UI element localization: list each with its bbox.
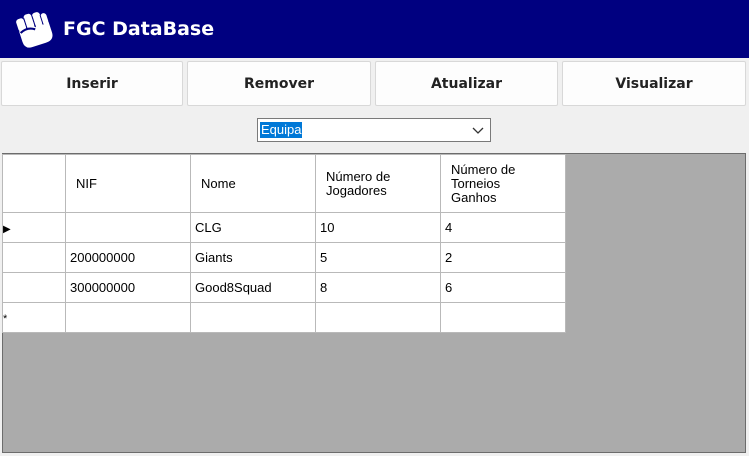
cell-torneios[interactable]: 4 bbox=[440, 212, 566, 243]
chevron-down-icon[interactable] bbox=[472, 124, 484, 136]
new-row[interactable]: * bbox=[2, 302, 566, 333]
data-grid[interactable]: NIF Nome Número de Jogadores Número de T… bbox=[2, 154, 566, 333]
remove-button[interactable]: Remover bbox=[187, 61, 371, 106]
column-header-nif[interactable]: NIF bbox=[65, 154, 191, 213]
cell-jogadores[interactable] bbox=[315, 302, 441, 333]
cell-nome[interactable]: Giants bbox=[190, 242, 316, 273]
cell-torneios[interactable]: 6 bbox=[440, 272, 566, 303]
table-row[interactable]: 200000000 Giants 5 2 bbox=[2, 242, 566, 273]
app-title: FGC DataBase bbox=[63, 18, 215, 40]
row-header-current[interactable]: ▶ bbox=[2, 212, 66, 243]
view-button[interactable]: Visualizar bbox=[562, 61, 746, 106]
row-header[interactable] bbox=[2, 272, 66, 303]
table-select-dropdown[interactable]: Equipa bbox=[257, 118, 491, 142]
cell-torneios[interactable]: 2 bbox=[440, 242, 566, 273]
row-header-new[interactable]: * bbox=[2, 302, 66, 333]
cell-nome[interactable]: Good8Squad bbox=[190, 272, 316, 303]
insert-button[interactable]: Inserir bbox=[1, 61, 183, 106]
column-header-torneios[interactable]: Número de Torneios Ganhos bbox=[440, 154, 566, 213]
row-header-corner[interactable] bbox=[2, 154, 66, 213]
column-header-nome[interactable]: Nome bbox=[190, 154, 316, 213]
new-row-asterisk-icon: * bbox=[3, 313, 8, 325]
update-button[interactable]: Atualizar bbox=[375, 61, 558, 106]
table-select-value: Equipa bbox=[260, 122, 303, 138]
column-header-jogadores[interactable]: Número de Jogadores bbox=[315, 154, 441, 213]
grid-header-row: NIF Nome Número de Jogadores Número de T… bbox=[2, 154, 566, 213]
cell-nome[interactable] bbox=[190, 302, 316, 333]
cell-torneios[interactable] bbox=[440, 302, 566, 333]
cell-jogadores[interactable]: 8 bbox=[315, 272, 441, 303]
cell-nif[interactable]: 300000000 bbox=[65, 272, 191, 303]
table-row[interactable]: 300000000 Good8Squad 8 6 bbox=[2, 272, 566, 303]
fist-icon bbox=[16, 12, 53, 48]
row-header[interactable] bbox=[2, 242, 66, 273]
table-row[interactable]: ▶ 100000000 CLG 10 4 bbox=[2, 212, 566, 243]
cell-nif[interactable] bbox=[65, 302, 191, 333]
title-bar: FGC DataBase bbox=[0, 0, 749, 58]
cell-nif[interactable]: 200000000 bbox=[65, 242, 191, 273]
cell-jogadores[interactable]: 10 bbox=[315, 212, 441, 243]
cell-nif[interactable]: 100000000 bbox=[65, 212, 191, 243]
cell-nome[interactable]: CLG bbox=[190, 212, 316, 243]
current-row-arrow-icon: ▶ bbox=[3, 224, 11, 235]
cell-jogadores[interactable]: 5 bbox=[315, 242, 441, 273]
